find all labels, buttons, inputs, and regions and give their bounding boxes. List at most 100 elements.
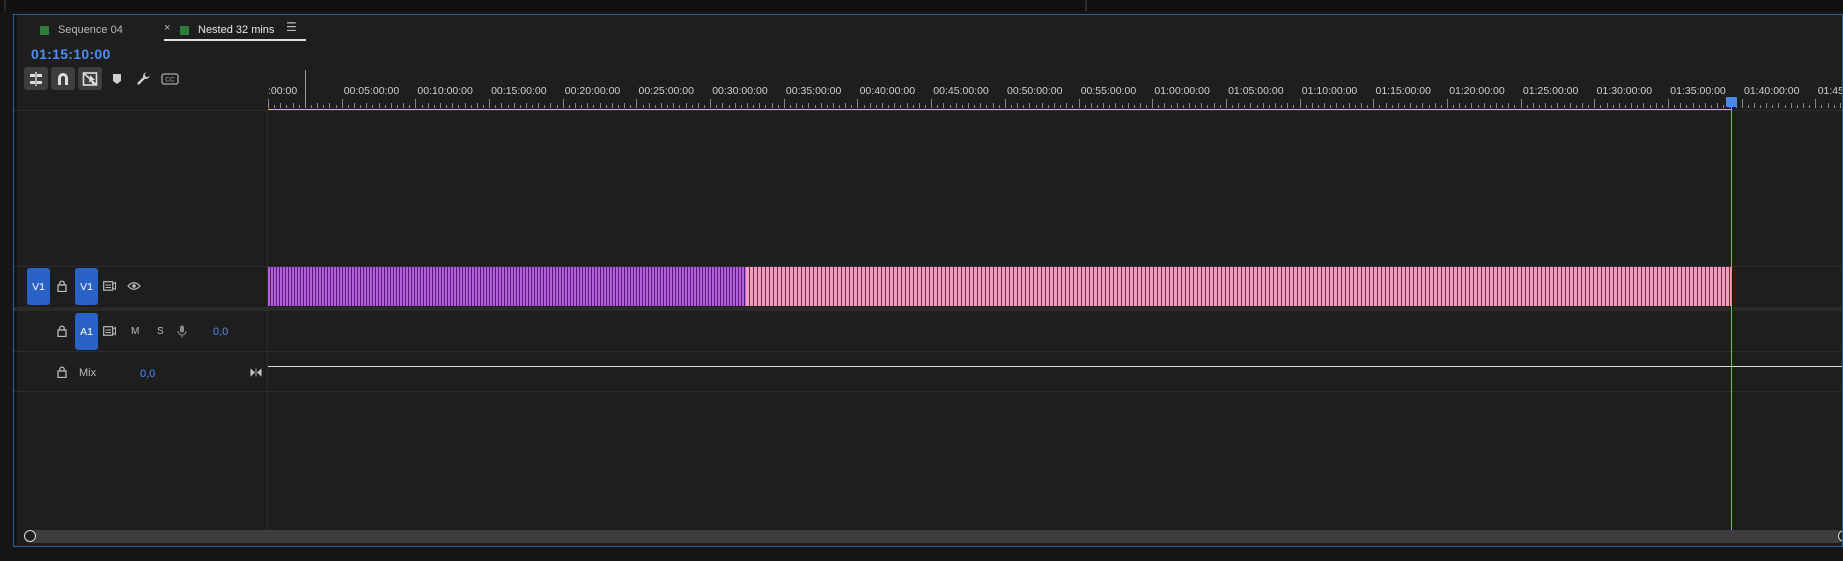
horizontal-zoom-scrollbar[interactable] bbox=[24, 530, 1842, 543]
ruler-tick bbox=[575, 103, 576, 108]
ruler-tick bbox=[489, 99, 490, 108]
video-clip[interactable] bbox=[746, 267, 1731, 306]
ruler-tick bbox=[1195, 105, 1197, 108]
ruler-tick bbox=[1723, 105, 1725, 108]
ruler-tick bbox=[759, 103, 761, 108]
linked-selection-icon[interactable] bbox=[78, 67, 102, 90]
ruler-tick bbox=[1674, 105, 1676, 108]
track-target-v1[interactable]: V1 bbox=[75, 268, 98, 305]
ruler-tick bbox=[925, 105, 926, 108]
ruler-tick bbox=[1281, 105, 1283, 108]
tab-sequence-04[interactable]: Sequence 04 bbox=[40, 21, 123, 39]
source-patch-v1[interactable]: V1 bbox=[27, 268, 50, 305]
scrollbar-end-handle[interactable] bbox=[1838, 530, 1842, 542]
lock-icon[interactable] bbox=[55, 365, 69, 379]
track-volume-value[interactable]: 0,0 bbox=[213, 326, 228, 338]
track-target-a1[interactable]: A1 bbox=[75, 313, 98, 350]
wrench-icon[interactable] bbox=[131, 67, 155, 90]
ruler-tick bbox=[1287, 103, 1289, 108]
ruler-tick bbox=[329, 103, 331, 108]
ruler-tick bbox=[1606, 103, 1608, 108]
ruler-tick bbox=[1686, 105, 1688, 108]
mix-track-label: Mix bbox=[79, 367, 97, 379]
ruler-tick bbox=[476, 103, 478, 108]
mix-volume-value[interactable]: 0,0 bbox=[140, 368, 155, 380]
ruler-tick bbox=[1330, 105, 1332, 108]
ruler-tick bbox=[396, 105, 398, 108]
ruler-tick bbox=[1219, 105, 1221, 108]
close-tab-icon[interactable]: × bbox=[164, 22, 170, 34]
ruler-time-label: 00:10:00:00 bbox=[417, 85, 473, 97]
ruler-tick bbox=[1146, 105, 1147, 108]
ruler-tick bbox=[1072, 105, 1074, 108]
ruler-tick bbox=[1152, 99, 1154, 108]
ruler-tick bbox=[980, 103, 982, 108]
tab-nested-32-mins[interactable]: Nested 32 mins bbox=[180, 21, 274, 39]
mute-track-button[interactable]: M bbox=[131, 326, 139, 337]
ruler-tick bbox=[1158, 105, 1160, 108]
ruler-tick bbox=[1342, 105, 1344, 108]
ruler-tick bbox=[1207, 105, 1209, 108]
ruler-time-label: 01:10:00:00 bbox=[1301, 85, 1358, 97]
ruler-tick bbox=[998, 105, 1000, 108]
ruler-tick bbox=[323, 105, 325, 108]
ruler-tick bbox=[1410, 103, 1411, 108]
playhead-handle[interactable] bbox=[1726, 97, 1737, 107]
ruler-tick bbox=[1667, 99, 1669, 108]
ruler-time-label: 01:40:00:00 bbox=[1744, 85, 1800, 97]
lock-icon[interactable] bbox=[55, 324, 69, 338]
ruler-tick bbox=[1127, 103, 1129, 108]
go-to-out-point-icon[interactable] bbox=[249, 366, 263, 378]
add-marker-icon[interactable] bbox=[105, 67, 129, 90]
time-ruler[interactable]: :00:00 00:05:00:00 00:10:00:00 00:15:00:00 0… bbox=[268, 55, 1842, 110]
ruler-tick bbox=[673, 103, 675, 108]
video-audio-divider[interactable] bbox=[14, 307, 1842, 311]
lock-icon[interactable] bbox=[55, 279, 69, 293]
ruler-tick bbox=[618, 105, 619, 108]
ruler-tick bbox=[433, 105, 435, 108]
snap-icon[interactable] bbox=[51, 67, 75, 90]
ruler-tick bbox=[1189, 103, 1190, 108]
nested-sequence-icon[interactable] bbox=[24, 67, 48, 90]
ruler-tick bbox=[605, 105, 607, 108]
toggle-track-output-eye-icon[interactable] bbox=[126, 279, 142, 293]
voice-over-record-mic-icon[interactable] bbox=[175, 324, 189, 338]
ruler-tick bbox=[1594, 99, 1596, 108]
ruler-tick bbox=[556, 105, 558, 108]
sequence-color-icon bbox=[180, 25, 189, 35]
scrollbar-start-handle[interactable] bbox=[24, 530, 36, 542]
ruler-tick bbox=[943, 103, 945, 108]
sync-lock-icon[interactable] bbox=[102, 279, 116, 293]
ruler-tick bbox=[1575, 105, 1577, 108]
ruler-tick bbox=[1446, 99, 1448, 108]
ruler-tick bbox=[826, 105, 828, 108]
ruler-tick bbox=[771, 103, 773, 108]
sync-lock-icon[interactable] bbox=[102, 324, 116, 338]
ruler-tick bbox=[347, 105, 349, 108]
ruler-tick bbox=[697, 103, 699, 108]
video-clip[interactable] bbox=[268, 267, 746, 306]
solo-track-button[interactable]: S bbox=[157, 326, 164, 337]
playhead-line[interactable] bbox=[1731, 101, 1732, 540]
ruler-tick bbox=[1360, 103, 1362, 108]
ruler-tick bbox=[630, 105, 632, 108]
captions-icon[interactable]: CC bbox=[158, 67, 182, 90]
ruler-tick bbox=[753, 105, 755, 108]
ruler-tick bbox=[1563, 105, 1565, 108]
ruler-tick bbox=[1354, 105, 1356, 108]
top-strip bbox=[0, 0, 1843, 11]
ruler-time-label: 01:00:00:00 bbox=[1154, 85, 1210, 97]
ruler-tick bbox=[1348, 103, 1350, 108]
ruler-tick bbox=[1403, 105, 1405, 108]
panel-menu-icon[interactable]: ☰ bbox=[286, 20, 297, 34]
ruler-tick bbox=[974, 105, 976, 108]
ruler-tick bbox=[679, 105, 681, 108]
ruler-tick bbox=[691, 105, 693, 108]
ruler-tick bbox=[1004, 99, 1006, 108]
ruler-tick bbox=[912, 105, 914, 108]
ruler-tick bbox=[611, 103, 613, 108]
mix-volume-line[interactable] bbox=[268, 366, 1842, 367]
playhead-timecode[interactable]: 01:15:10:00 bbox=[31, 46, 111, 62]
ruler-tick bbox=[1213, 103, 1215, 108]
ruler-tick bbox=[1514, 105, 1516, 108]
